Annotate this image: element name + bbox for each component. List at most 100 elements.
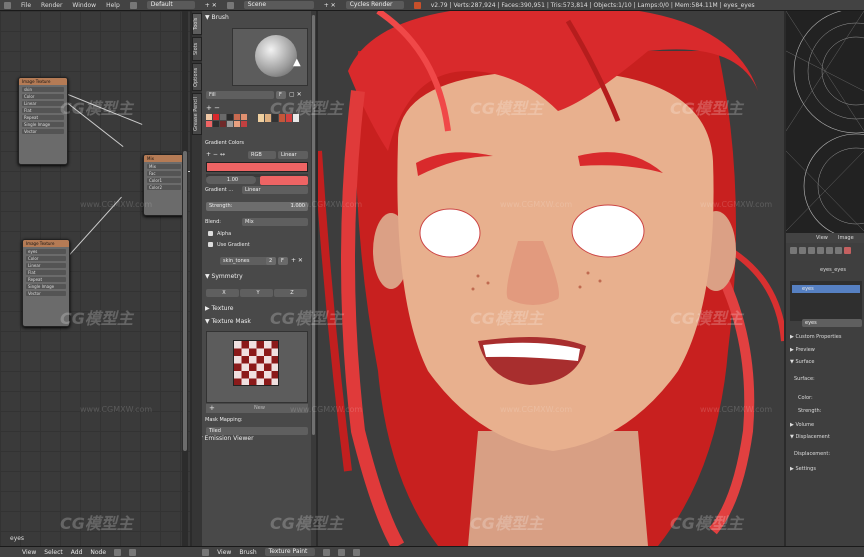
tab-slots[interactable]: Slots <box>192 37 202 61</box>
node-row[interactable]: Repeat <box>26 277 66 282</box>
layout-dropdown[interactable]: Default <box>146 1 195 9</box>
node-editor-scrollbar[interactable] <box>182 11 188 546</box>
node-row[interactable]: Color1 <box>147 178 181 183</box>
surface-header[interactable]: ▼ Surface <box>790 359 815 365</box>
symmetry-x-toggle[interactable]: X <box>206 289 239 297</box>
custom-properties-header[interactable]: ▶ Custom Properties <box>790 334 841 340</box>
tab-options[interactable]: Options <box>192 63 202 91</box>
pivot-icon[interactable] <box>337 548 345 556</box>
displacement-header[interactable]: ▼ Displacement <box>790 434 830 440</box>
add-scene-button[interactable]: + ✕ <box>324 2 336 9</box>
node-image-field[interactable]: skin <box>22 87 64 92</box>
viewport-editor-type-icon[interactable] <box>202 548 210 556</box>
palette-count-field[interactable]: 2 <box>266 257 276 265</box>
node-row[interactable]: Flat <box>26 270 66 275</box>
node-image-field[interactable]: eyes <box>26 249 66 254</box>
palette-actions[interactable]: + ✕ <box>291 257 303 264</box>
blend-dropdown[interactable]: Mix <box>242 218 308 226</box>
object-tab-icon[interactable] <box>826 247 833 254</box>
layers-tab-icon[interactable] <box>799 247 806 254</box>
color-mode-dropdown[interactable]: RGB <box>248 151 276 159</box>
material-tab-icon[interactable] <box>844 247 851 254</box>
render-engine-dropdown[interactable]: Cycles Render <box>345 1 404 9</box>
material-name-field[interactable]: eyes <box>802 319 862 327</box>
add-layout-button[interactable]: + ✕ <box>205 2 217 9</box>
use-gradient-checkbox[interactable] <box>208 242 213 247</box>
node-row[interactable]: Single Image <box>22 122 64 127</box>
palette-fake-user[interactable]: F <box>278 257 288 265</box>
uv-image-editor[interactable] <box>786 11 864 233</box>
toolshelf-scrollbar[interactable] <box>311 11 316 546</box>
menu-add-node[interactable]: Add <box>71 549 83 556</box>
material-slot-item[interactable]: eyes <box>792 285 860 293</box>
modifier-tab-icon[interactable] <box>835 247 842 254</box>
gradient-ramp[interactable] <box>206 162 308 172</box>
menu-node[interactable]: Node <box>90 549 106 556</box>
brush-preview[interactable]: ▲ <box>232 28 308 86</box>
menu-brush[interactable]: Brush <box>239 549 256 556</box>
menu-view-node[interactable]: View <box>22 549 36 556</box>
render-tab-icon[interactable] <box>790 247 797 254</box>
settings-header[interactable]: ▶ Settings <box>790 466 816 472</box>
node-row[interactable]: Color2 <box>147 185 181 190</box>
volume-header[interactable]: ▶ Volume <box>790 422 814 428</box>
image-texture-node-skin[interactable]: Image Texture skin Color Linear Flat Rep… <box>18 77 68 165</box>
menu-file[interactable]: File <box>21 2 31 9</box>
brush-name-field[interactable]: Fill <box>206 91 274 99</box>
mode-dropdown[interactable]: Texture Paint <box>264 548 315 556</box>
node-row[interactable]: Fac <box>147 171 181 176</box>
layers-icon[interactable] <box>352 548 360 556</box>
node-editor[interactable]: Image Texture skin Color Linear Flat Rep… <box>0 11 190 546</box>
texture-mask-preview[interactable] <box>206 331 308 403</box>
node-row[interactable]: Color <box>22 94 64 99</box>
add-texture-icon[interactable]: + <box>209 404 215 413</box>
image-menu[interactable]: Image <box>838 235 854 241</box>
interpolation-dropdown[interactable]: Linear <box>278 151 308 159</box>
symmetry-y-toggle[interactable]: Y <box>240 289 273 297</box>
alpha-checkbox[interactable] <box>208 231 213 236</box>
world-tab-icon[interactable] <box>817 247 824 254</box>
new-texture-button[interactable]: New <box>254 404 265 413</box>
texture-mask-panel-header[interactable]: ▼ Texture Mask <box>205 318 251 325</box>
property-tabs[interactable] <box>790 247 851 254</box>
layout-grid-icon[interactable] <box>129 1 137 9</box>
menu-select-node[interactable]: Select <box>44 549 63 556</box>
mask-mapping-dropdown[interactable]: Tiled <box>206 427 308 435</box>
node-row[interactable]: Linear <box>26 263 66 268</box>
symmetry-z-toggle[interactable]: Z <box>274 289 307 297</box>
menu-render[interactable]: Render <box>41 2 62 9</box>
node-row[interactable]: Vector <box>22 129 64 134</box>
blender-logo-icon[interactable] <box>4 1 11 9</box>
symmetry-panel-header[interactable]: ▼ Symmetry <box>205 273 243 280</box>
gradient-color-swatch[interactable] <box>260 176 308 185</box>
preview-header[interactable]: ▶ Preview <box>790 347 815 353</box>
palette-swatches[interactable] <box>206 114 248 127</box>
node-row[interactable]: Mix <box>147 164 181 169</box>
tab-grease-pencil[interactable]: Grease Pencil <box>192 93 202 135</box>
node-shader-icon[interactable] <box>129 548 137 556</box>
view-menu[interactable]: View <box>816 235 828 241</box>
material-slot-list[interactable]: eyes <box>790 281 862 321</box>
node-row[interactable]: Repeat <box>22 115 64 120</box>
node-row[interactable]: Vector <box>26 291 66 296</box>
brush-panel-header[interactable]: ▼ Brush <box>205 14 229 21</box>
emission-viewer-header[interactable]: ▼ Emission Viewer <box>202 435 254 442</box>
node-tree-type-icon[interactable] <box>114 548 122 556</box>
node-row[interactable]: Linear <box>22 101 64 106</box>
tab-tools[interactable]: Tools <box>192 13 202 35</box>
texture-panel-header[interactable]: ▶ Texture <box>205 305 234 312</box>
menu-view-3d[interactable]: View <box>217 549 231 556</box>
menu-window[interactable]: Window <box>72 2 96 9</box>
scene-tab-icon[interactable] <box>808 247 815 254</box>
palette-add-remove[interactable]: + − <box>206 104 220 112</box>
gradient-position-field[interactable]: 1.00 <box>206 176 256 184</box>
gradient-type-dropdown[interactable]: Linear <box>242 186 308 194</box>
node-row[interactable]: Single Image <box>26 284 66 289</box>
3d-viewport[interactable] <box>318 11 784 546</box>
shading-icon[interactable] <box>322 548 330 556</box>
menu-help[interactable]: Help <box>106 2 120 9</box>
node-row[interactable]: Flat <box>22 108 64 113</box>
node-row[interactable]: Color <box>26 256 66 261</box>
scene-dropdown[interactable]: Scene <box>243 1 314 9</box>
gradient-stop-controls[interactable]: + − ↔ <box>206 151 225 158</box>
